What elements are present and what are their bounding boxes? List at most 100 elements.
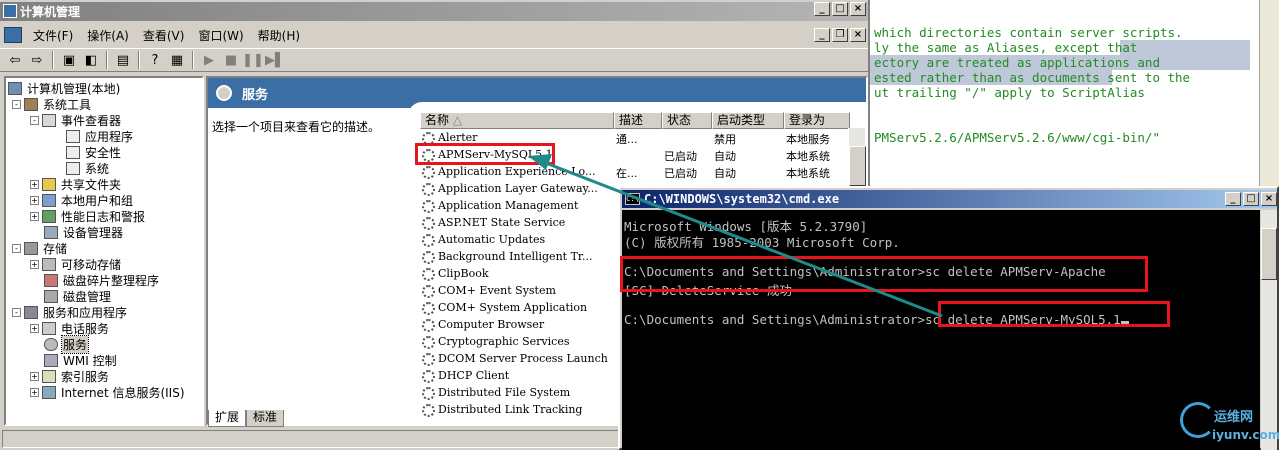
performance-icon xyxy=(42,209,56,223)
column-header-startup-type[interactable]: 启动类型 xyxy=(712,112,784,129)
tree-item-local-users-groups[interactable]: + 本地用户和组 xyxy=(30,192,134,208)
services-pane-title: 服务 xyxy=(242,88,269,103)
menu-view[interactable]: 查看(V) xyxy=(136,27,192,44)
minimize-button[interactable]: _ xyxy=(814,2,830,16)
watermark-logo-icon xyxy=(1180,402,1216,438)
storage-icon xyxy=(24,241,38,255)
tree-item-storage[interactable]: - 存储 xyxy=(12,240,68,256)
restart-service-icon[interactable]: ▶▌ xyxy=(264,50,286,70)
service-name: COM+ System Application xyxy=(438,301,588,314)
start-service-icon[interactable]: ▶ xyxy=(198,50,220,70)
tree-item-event-viewer[interactable]: - 事件查看器 xyxy=(30,112,122,128)
tree-item-telephony[interactable]: + 电话服务 xyxy=(30,320,110,336)
tree-item-services[interactable]: 服务 xyxy=(44,334,90,354)
expand-icon[interactable]: + xyxy=(30,387,39,397)
tree-item-shared-folders[interactable]: + 共享文件夹 xyxy=(30,176,122,192)
close-button[interactable]: × xyxy=(850,2,866,16)
collapse-icon[interactable]: - xyxy=(12,99,21,109)
expand-icon[interactable]: + xyxy=(30,179,39,189)
expand-icon[interactable]: + xyxy=(30,259,39,269)
gear-icon xyxy=(422,387,435,400)
services-applications-icon xyxy=(24,305,38,319)
editor-line: ut trailing "/" apply to ScriptAlias xyxy=(874,85,1145,100)
mmc-menu-icon[interactable] xyxy=(4,27,22,43)
stop-service-icon[interactable]: ■ xyxy=(220,50,242,70)
tree-item-disk-defragmenter[interactable]: 磁盘碎片整理程序 xyxy=(44,272,160,288)
removable-storage-icon xyxy=(42,257,56,271)
gear-icon xyxy=(44,337,58,351)
tab-extended[interactable]: 扩展 xyxy=(208,410,247,427)
tree-item-disk-management[interactable]: 磁盘管理 xyxy=(44,288,112,304)
column-header-logon-as[interactable]: 登录为 xyxy=(784,112,850,129)
service-name: ClipBook xyxy=(438,267,489,280)
gear-icon xyxy=(422,200,435,213)
mmc-menubar: 文件(F) 操作(A) 查看(V) 窗口(W) 帮助(H) xyxy=(0,24,868,46)
watermark-text-cn: 运维网 xyxy=(1214,410,1254,425)
tree-item-iis[interactable]: + Internet 信息服务(IIS) xyxy=(30,384,186,400)
tree-item-application-log[interactable]: 应用程序 xyxy=(66,128,134,144)
tree-item-wmi-control[interactable]: WMI 控制 xyxy=(44,352,118,368)
expand-icon[interactable]: + xyxy=(30,195,39,205)
service-name: COM+ Event System xyxy=(438,284,556,297)
collapse-icon[interactable]: - xyxy=(30,115,39,125)
cmd-close-button[interactable]: × xyxy=(1261,192,1277,206)
editor-scrollbar[interactable] xyxy=(1259,0,1279,186)
tree-item-system-log[interactable]: 系统 xyxy=(66,160,110,176)
cmd-maximize-button[interactable]: □ xyxy=(1243,192,1259,206)
child-restore-button[interactable]: ❐ xyxy=(832,28,848,42)
service-status: 已启动 xyxy=(664,167,697,180)
service-name: Application Management xyxy=(438,199,579,212)
pause-service-icon[interactable]: ❚❚ xyxy=(242,50,264,70)
console-output[interactable]: Microsoft Windows [版本 5.2.3790] (C) 版权所有… xyxy=(622,210,1260,450)
toolbar-separator xyxy=(52,51,54,69)
expand-icon[interactable]: + xyxy=(30,371,39,381)
column-header-status[interactable]: 状态 xyxy=(662,112,712,129)
show-tree-icon[interactable]: ◧ xyxy=(80,50,102,70)
tree-item-indexing-service[interactable]: + 索引服务 xyxy=(30,368,110,384)
collapse-icon[interactable]: - xyxy=(12,243,21,253)
properties-icon[interactable]: ▦ xyxy=(166,50,188,70)
service-logon: 本地服务 xyxy=(786,133,830,146)
expand-icon[interactable]: + xyxy=(30,211,39,221)
service-name: DCOM Server Process Launcher xyxy=(438,352,608,365)
tab-standard[interactable]: 标准 xyxy=(246,410,285,427)
gear-icon xyxy=(422,336,435,349)
maximize-button[interactable]: □ xyxy=(832,2,848,16)
tree-item-system-tools[interactable]: - 系统工具 xyxy=(12,96,92,112)
cmd-minimize-button[interactable]: _ xyxy=(1225,192,1241,206)
column-header-description[interactable]: 描述 xyxy=(614,112,662,129)
service-row[interactable]: Application Experience Lo... 在... 已启动 自动 本地系… xyxy=(420,164,860,181)
child-window-controls: _ ❐ × xyxy=(814,28,866,42)
back-arrow-icon[interactable]: ⇦ xyxy=(4,50,26,70)
defragmenter-icon xyxy=(44,273,58,287)
collapse-icon[interactable]: - xyxy=(12,307,21,317)
child-close-button[interactable]: × xyxy=(850,28,866,42)
service-status: 已启动 xyxy=(664,150,697,163)
mmc-titlebar[interactable]: 计算机管理 xyxy=(0,2,868,21)
wmi-icon xyxy=(44,353,58,367)
tree-item-device-manager[interactable]: 设备管理器 xyxy=(44,224,124,240)
tree-item-performance-logs[interactable]: + 性能日志和警报 xyxy=(30,208,146,224)
indexing-icon xyxy=(42,369,56,383)
export-list-icon[interactable]: ▤ xyxy=(112,50,134,70)
cmd-title: C:\WINDOWS\system32\cmd.exe xyxy=(644,192,840,206)
child-minimize-button[interactable]: _ xyxy=(814,28,830,42)
menu-action[interactable]: 操作(A) xyxy=(80,27,136,44)
iis-icon xyxy=(42,385,56,399)
tree-item-removable-storage[interactable]: + 可移动存储 xyxy=(30,256,122,272)
column-header-name[interactable]: 名称 △ xyxy=(420,112,614,129)
sort-ascending-icon: △ xyxy=(452,113,463,127)
up-folder-icon[interactable]: ▣ xyxy=(58,50,80,70)
cmd-titlebar[interactable]: C:\ C:\WINDOWS\system32\cmd.exe xyxy=(622,190,1277,208)
tree-item-computer-management[interactable]: 计算机管理(本地) xyxy=(8,80,121,96)
menu-file[interactable]: 文件(F) xyxy=(26,27,80,44)
menu-help[interactable]: 帮助(H) xyxy=(251,27,307,44)
forward-arrow-icon[interactable]: ⇨ xyxy=(26,50,48,70)
tree-item-services-applications[interactable]: - 服务和应用程序 xyxy=(12,304,128,320)
cmd-scrollbar-thumb[interactable] xyxy=(1261,228,1277,280)
tree-item-security-log[interactable]: 安全性 xyxy=(66,144,122,160)
expand-icon[interactable]: + xyxy=(30,323,39,333)
help-icon[interactable]: ? xyxy=(144,50,166,70)
menu-window[interactable]: 窗口(W) xyxy=(191,27,250,44)
scrollbar-thumb[interactable] xyxy=(849,146,866,186)
